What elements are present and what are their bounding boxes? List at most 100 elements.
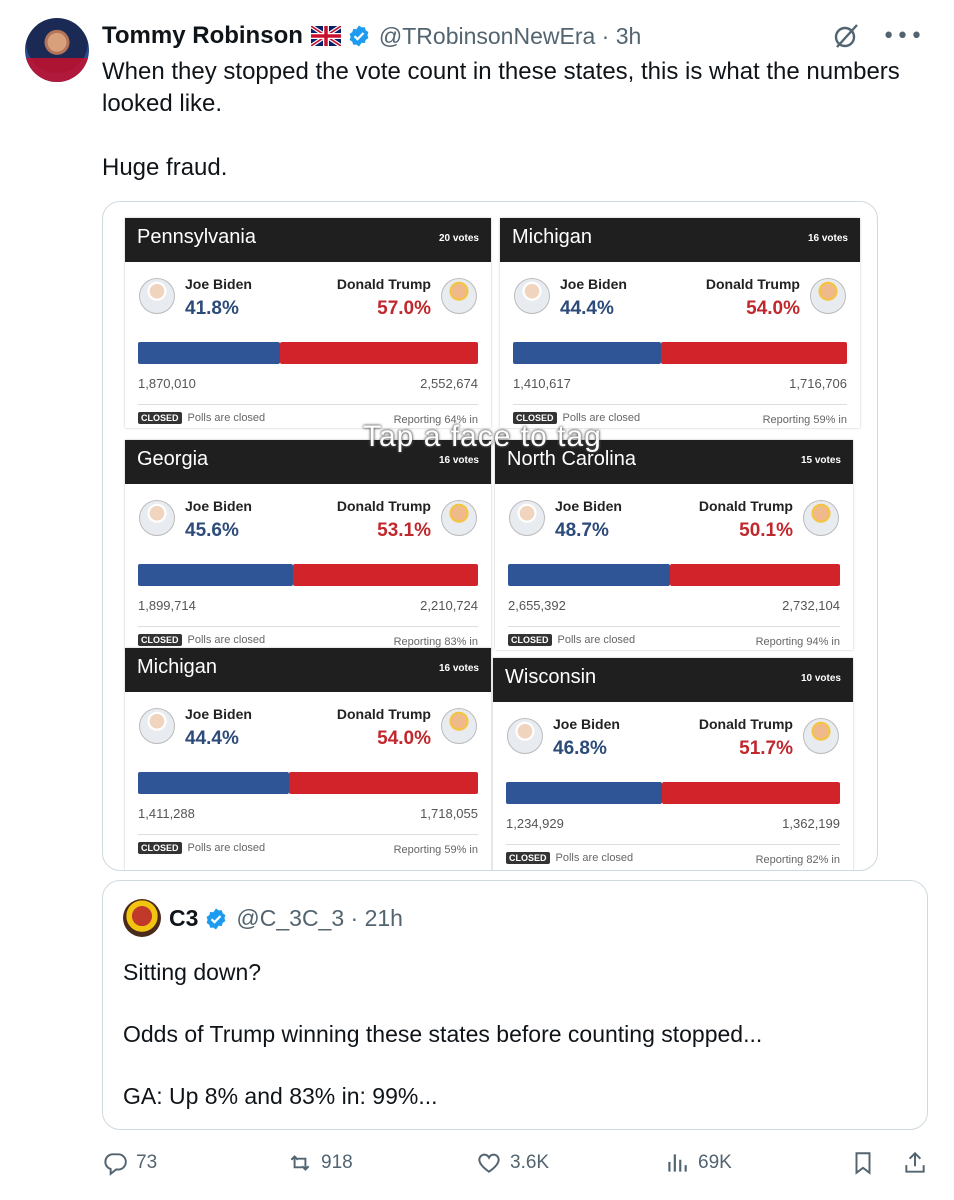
biden-label: Joe Biden <box>555 498 622 514</box>
repost-button[interactable]: 918 <box>287 1150 353 1176</box>
panel-divider <box>138 626 478 627</box>
election-panel: Michigan 16 votes Joe Biden 44.4% Donald… <box>500 218 860 428</box>
like-button[interactable]: 3.6K <box>476 1150 549 1176</box>
trump-face[interactable] <box>803 718 839 754</box>
trump-face[interactable] <box>441 708 477 744</box>
closed-badge: CLOSED <box>138 412 182 424</box>
tweet-header: Tommy Robinson @TRobinsonNewEra · 3h ••• <box>102 20 924 52</box>
state-name: Pennsylvania <box>137 226 256 248</box>
quote-author-name[interactable]: C3 <box>169 905 198 932</box>
trump-percent: 54.0% <box>377 728 431 749</box>
closed-badge: CLOSED <box>138 842 182 854</box>
biden-bar <box>138 564 293 586</box>
biden-bar <box>508 564 670 586</box>
quoted-tweet[interactable]: C3 @C_3C_3 · 21h Sitting down? Odds of T… <box>102 880 928 1130</box>
trump-label: Donald Trump <box>336 706 431 722</box>
quote-author-avatar[interactable] <box>123 899 161 937</box>
state-name: Michigan <box>137 656 218 678</box>
biden-bar <box>138 772 289 794</box>
repost-icon <box>290 1155 310 1171</box>
biden-label: Joe Biden <box>560 276 627 292</box>
trump-face[interactable] <box>441 278 477 314</box>
reply-button[interactable]: 73 <box>102 1150 157 1176</box>
biden-percent: 46.8% <box>553 738 607 759</box>
election-panel: Wisconsin 10 votes Joe Biden 46.8% Donal… <box>493 658 853 870</box>
author-name[interactable]: Tommy Robinson <box>102 22 303 50</box>
trump-vote-count: 2,552,674 <box>420 376 478 391</box>
reporting-text: Reporting 94% in <box>755 636 840 648</box>
electoral-votes: 16 votes <box>438 455 479 466</box>
panel-divider <box>506 844 840 845</box>
reporting-text: Reporting 59% in <box>762 414 847 426</box>
biden-percent: 44.4% <box>560 298 614 319</box>
more-options-icon[interactable]: ••• <box>882 24 924 49</box>
closed-badge: CLOSED <box>506 852 550 864</box>
trump-face[interactable] <box>441 500 477 536</box>
trump-bar <box>662 782 840 804</box>
reply-icon <box>104 1153 127 1176</box>
biden-face[interactable] <box>509 500 545 536</box>
panel-divider <box>138 834 478 835</box>
trump-face[interactable] <box>803 500 839 536</box>
poll-status: CLOSED Polls are closed <box>138 634 265 646</box>
author-avatar[interactable] <box>25 18 89 82</box>
trump-label: Donald Trump <box>698 716 793 732</box>
views-icon <box>668 1154 687 1172</box>
biden-vote-count: 1,410,617 <box>513 376 571 391</box>
biden-vote-count: 1,411,288 <box>138 806 195 821</box>
author-handle[interactable]: @TRobinsonNewEra · 3h <box>379 23 641 50</box>
panel-divider <box>508 626 840 627</box>
trump-percent: 51.7% <box>739 738 793 759</box>
election-panel: North Carolina 15 votes Joe Biden 48.7% … <box>495 440 853 650</box>
electoral-votes: 15 votes <box>800 455 841 466</box>
panel-header: Michigan 16 votes <box>125 648 491 692</box>
uk-flag-icon <box>310 26 341 46</box>
poll-status: CLOSED Polls are closed <box>138 412 265 424</box>
verified-badge-icon <box>207 908 226 929</box>
reporting-text: Reporting 59% in <box>393 844 478 856</box>
panel-header: Pennsylvania 20 votes <box>125 218 491 262</box>
reply-count: 73 <box>136 1152 158 1173</box>
trump-bar <box>293 564 478 586</box>
closed-badge: CLOSED <box>138 634 182 646</box>
poll-status: CLOSED Polls are closed <box>506 852 633 864</box>
tweet-time[interactable]: 3h <box>616 23 642 49</box>
panel-header: Michigan 16 votes <box>500 218 860 262</box>
biden-bar <box>138 342 280 364</box>
biden-percent: 44.4% <box>185 728 239 749</box>
biden-face[interactable] <box>139 278 175 314</box>
biden-face[interactable] <box>139 500 175 536</box>
biden-label: Joe Biden <box>185 706 252 722</box>
grok-icon[interactable] <box>832 22 860 50</box>
tweet-media-image[interactable]: Pennsylvania 20 votes Joe Biden 41.8% Do… <box>102 201 878 871</box>
tweet-actions: 73 918 3.6K 69K <box>102 1150 932 1184</box>
election-panel: Pennsylvania 20 votes Joe Biden 41.8% Do… <box>125 218 491 428</box>
views-button[interactable]: 69K <box>664 1150 732 1176</box>
trump-vote-count: 2,210,724 <box>420 598 478 613</box>
biden-label: Joe Biden <box>185 498 252 514</box>
quote-author-handle[interactable]: @C_3C_3 · 21h <box>236 905 403 932</box>
share-button[interactable] <box>902 1150 928 1176</box>
panel-divider <box>513 404 847 405</box>
trump-percent: 50.1% <box>739 520 793 541</box>
trump-face[interactable] <box>810 278 846 314</box>
biden-face[interactable] <box>507 718 543 754</box>
electoral-votes: 16 votes <box>438 663 479 674</box>
trump-percent: 57.0% <box>377 298 431 319</box>
trump-vote-count: 1,716,706 <box>789 376 847 391</box>
electoral-votes: 16 votes <box>807 233 848 244</box>
biden-face[interactable] <box>139 708 175 744</box>
tweet-text: When they stopped the vote count in thes… <box>102 58 900 181</box>
bookmark-button[interactable] <box>850 1150 876 1176</box>
biden-face[interactable] <box>514 278 550 314</box>
status-text: Polls are closed <box>555 852 634 864</box>
biden-bar <box>513 342 661 364</box>
repost-count: 918 <box>321 1152 353 1173</box>
trump-percent: 53.1% <box>377 520 431 541</box>
state-name: Georgia <box>137 448 209 470</box>
quote-text: Sitting down? Odds of Trump winning thes… <box>123 959 763 1109</box>
poll-status: CLOSED Polls are closed <box>508 634 635 646</box>
share-icon <box>905 1151 925 1173</box>
bookmark-icon <box>855 1152 871 1175</box>
trump-vote-count: 2,732,104 <box>782 598 840 613</box>
